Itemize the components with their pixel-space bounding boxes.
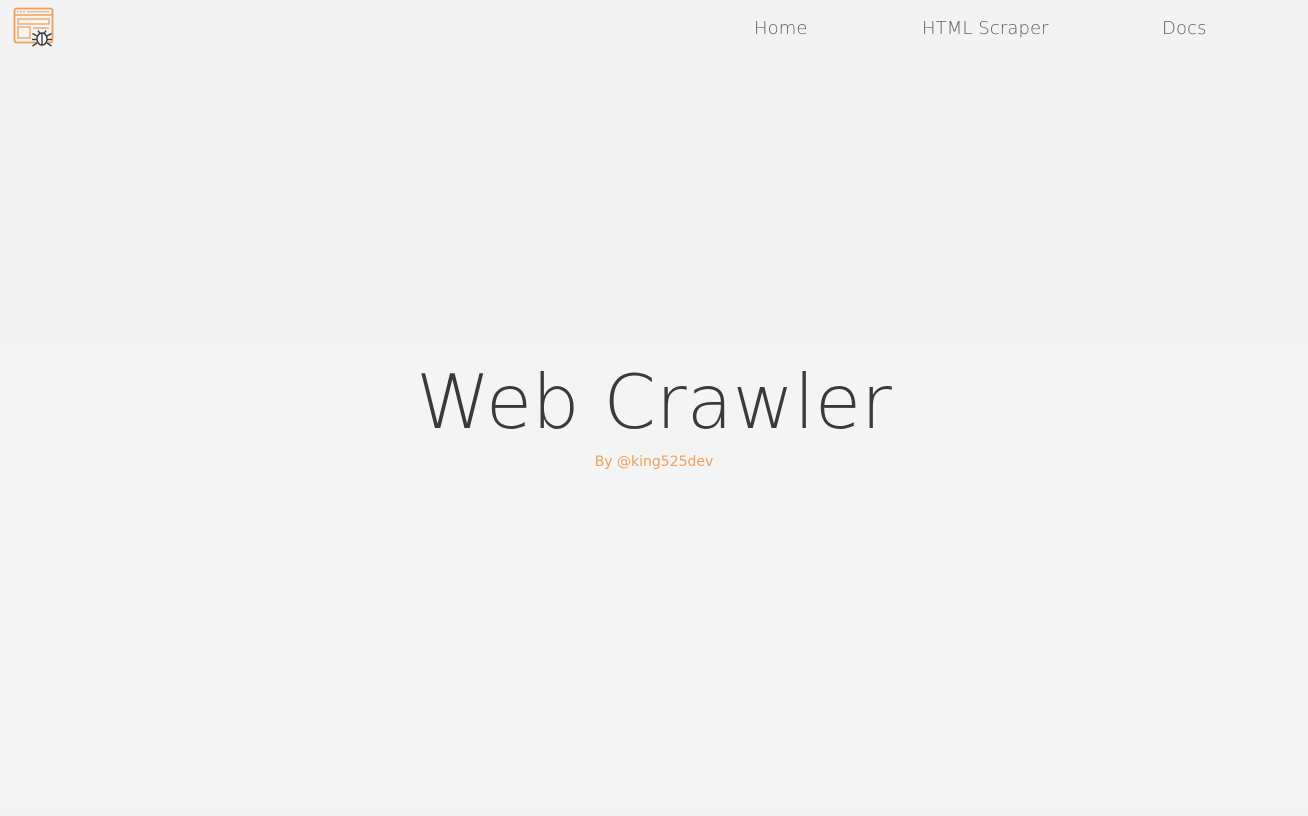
nav-link-html-scraper[interactable]: HTML Scraper [922,18,1049,39]
hero-subtitle: By @king525dev [594,454,714,470]
browser-bug-icon[interactable] [13,7,57,51]
navbar: Home HTML Scraper Docs [0,0,1308,58]
hero-title: Web Crawler [416,358,892,446]
nav-link-docs[interactable]: Docs [1162,18,1207,39]
nav-link-home[interactable]: Home [754,18,808,39]
